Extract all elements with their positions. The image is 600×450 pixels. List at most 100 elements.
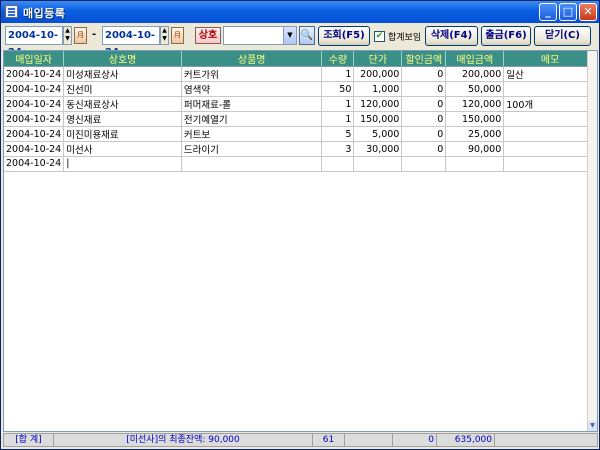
cell-product[interactable] [181,156,323,172]
cell-date[interactable]: 2004-10-24 [4,66,65,82]
cell-discount[interactable]: 0 [401,66,447,82]
table-row[interactable]: 2004-10-24 미선사 드라이기 3 30,000 0 90,000 [4,141,597,157]
cell-amount[interactable]: 50,000 [445,81,505,97]
cell-vendor[interactable]: 영신재료 [63,111,182,127]
close-window-button[interactable]: ✕ [579,3,597,21]
minimize-button[interactable]: _ [539,3,557,21]
cell-qty[interactable]: 1 [321,66,355,82]
date-from-input[interactable]: 2004-10-24 [5,26,63,58]
cell-product[interactable]: 커트가위 [181,66,323,82]
cell-memo[interactable] [503,156,597,172]
col-header-product[interactable]: 상품명 [181,51,323,67]
show-sum-checkbox[interactable]: ✔ [374,31,385,42]
cell-qty[interactable]: 5 [321,126,355,142]
table-row[interactable]: 2004-10-24 동신재료상사 퍼머재료-롤 1 120,000 0 120… [4,96,597,112]
vertical-scrollbar[interactable]: ▼ [587,51,597,431]
maximize-button[interactable]: □ [559,3,577,21]
table-row[interactable]: 2004-10-24 미성재료상사 커트가위 1 200,000 0 200,0… [4,66,597,82]
cell-price[interactable]: 150,000 [353,111,403,127]
cell-memo[interactable] [503,141,597,157]
delete-button[interactable]: 삭제(F4) [425,26,478,46]
table-header-row: 매입일자 상호명 상품명 수량 단가 할인금액 매입금액 메모 [4,51,597,67]
cell-memo[interactable] [503,111,597,127]
date-from-spinner[interactable]: ▲ ▼ [63,26,72,45]
app-icon [5,5,18,18]
cell-product[interactable]: 퍼머재료-롤 [181,96,323,112]
table-row[interactable]: 2004-10-24 영신재료 전기예열기 1 150,000 0 150,00… [4,111,597,127]
cell-discount[interactable]: 0 [401,141,447,157]
cell-vendor[interactable]: 동신재료상사 [63,96,182,112]
cell-vendor[interactable]: 미선사 [63,141,182,157]
col-header-amount[interactable]: 매입금액 [445,51,505,67]
cell-vendor[interactable]: 미성재료상사 [63,66,182,82]
col-header-qty[interactable]: 수량 [321,51,355,67]
discount-total: 0 [393,434,437,446]
cell-product[interactable]: 드라이기 [181,141,323,157]
date-to-spinner[interactable]: ▲ ▼ [160,26,169,45]
cell-qty[interactable]: 1 [321,96,355,112]
cell-memo[interactable]: 일산 [503,66,597,82]
col-header-date[interactable]: 매입일자 [4,51,65,67]
cell-memo[interactable]: 100개 [503,96,597,112]
close-button[interactable]: 닫기(C) [534,26,591,46]
cell-discount[interactable]: 0 [401,96,447,112]
cell-price[interactable]: 30,000 [353,141,403,157]
table-row[interactable]: 2004-10-24 진선미 염색약 50 1,000 0 50,000 [4,81,597,97]
window-title: 매입등록 [23,7,66,20]
cell-amount[interactable]: 120,000 [445,96,505,112]
cell-price[interactable]: 200,000 [353,66,403,82]
cell-date[interactable]: 2004-10-24 [4,141,65,157]
cell-qty[interactable]: 50 [321,81,355,97]
date-from-calendar-button[interactable]: 月 [74,27,87,44]
cell-discount[interactable]: 0 [401,126,447,142]
purchase-entry-window: 매입등록 _ □ ✕ 2004-10-24 ▲▼ 月 - 2004-10-24 … [0,0,600,450]
table-row-new[interactable]: 2004-10-24 | [4,156,597,172]
query-button[interactable]: 조회(F5) [318,26,370,46]
cell-discount[interactable]: 0 [401,111,447,127]
name-combo[interactable]: ▼ [223,26,297,45]
cell-price[interactable]: 1,000 [353,81,403,97]
cell-date[interactable]: 2004-10-24 [4,96,65,112]
toolbar: 2004-10-24 ▲▼ 月 - 2004-10-24 ▲▼ 月 상호 ▼ 🔍… [1,23,599,58]
cell-amount[interactable]: 200,000 [445,66,505,82]
cell-price[interactable]: 5,000 [353,126,403,142]
col-header-memo[interactable]: 메모 [503,51,597,67]
cell-vendor-editing[interactable]: | [63,156,182,172]
name-label-button[interactable]: 상호 [195,27,221,44]
date-to-calendar-button[interactable]: 月 [171,27,184,44]
cell-amount[interactable]: 90,000 [445,141,505,157]
cell-memo[interactable] [503,81,597,97]
chevron-down-icon[interactable]: ▼ [283,27,296,44]
cell-product[interactable]: 전기예열기 [181,111,323,127]
cell-vendor[interactable]: 진선미 [63,81,182,97]
cell-amount[interactable]: 150,000 [445,111,505,127]
cell-qty[interactable]: 1 [321,111,355,127]
cell-date[interactable]: 2004-10-24 [4,111,65,127]
search-icon[interactable]: 🔍 [299,26,315,45]
cell-memo[interactable] [503,126,597,142]
cell-amount[interactable]: 25,000 [445,126,505,142]
cell-date[interactable]: 2004-10-24 [4,81,65,97]
cell-price[interactable] [353,156,403,172]
cell-amount[interactable] [445,156,505,172]
col-header-vendor[interactable]: 상호명 [63,51,182,67]
col-header-price[interactable]: 단가 [353,51,403,67]
scroll-down-arrow-icon[interactable]: ▼ [588,421,597,431]
cell-qty[interactable]: 3 [321,141,355,157]
purchase-grid: 매입일자 상호명 상품명 수량 단가 할인금액 매입금액 메모 2004-10-… [3,50,598,432]
cell-discount[interactable] [401,156,447,172]
cell-product[interactable]: 커트보 [181,126,323,142]
cell-date[interactable]: 2004-10-24 [4,126,65,142]
print-button[interactable]: 출금(F6) [481,26,531,46]
cell-vendor[interactable]: 미진미용재료 [63,126,182,142]
col-header-discount[interactable]: 할인금액 [401,51,447,67]
cell-price[interactable]: 120,000 [353,96,403,112]
table-row[interactable]: 2004-10-24 미진미용재료 커트보 5 5,000 0 25,000 [4,126,597,142]
totals-bar: [합 계] [미선사]의 최종잔액: 90,000 61 0 635,000 [3,433,598,447]
date-to-input[interactable]: 2004-10-24 [102,26,160,58]
cell-date[interactable]: 2004-10-24 [4,156,65,172]
cell-discount[interactable]: 0 [401,81,447,97]
cell-product[interactable]: 염색약 [181,81,323,97]
title-bar: 매입등록 _ □ ✕ [1,1,599,23]
cell-qty[interactable] [321,156,355,172]
